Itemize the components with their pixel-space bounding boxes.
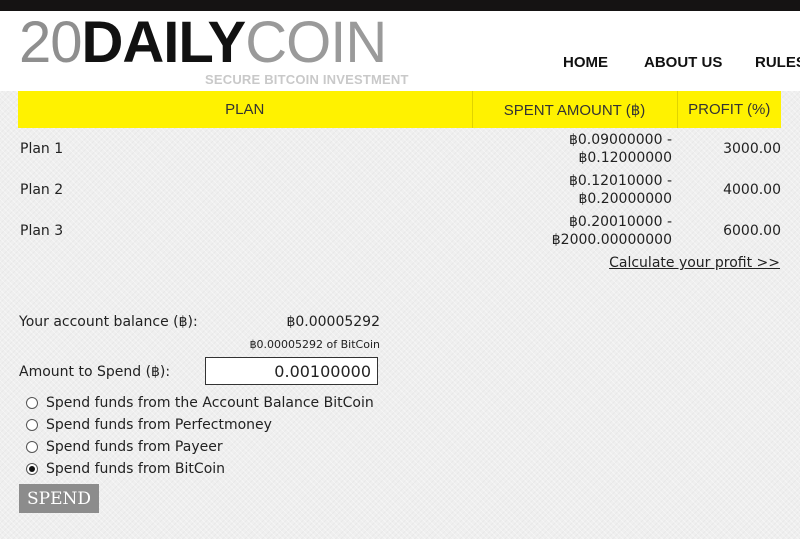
plan-profit: 3000.00: [723, 140, 781, 157]
spend-button[interactable]: SPEND: [19, 484, 99, 513]
amount-to-spend-label: Amount to Spend (฿):: [19, 364, 171, 380]
radio-button[interactable]: [26, 397, 38, 409]
site-header: 20DAILYCOIN SECURE BITCOIN INVESTMENT HO…: [0, 11, 800, 91]
radio-button-selected[interactable]: [26, 463, 38, 475]
account-balance-value: ฿0.00005292: [286, 314, 380, 330]
nav-home[interactable]: HOME: [563, 54, 608, 71]
plan-name: Plan 1: [20, 140, 64, 157]
payment-option-label: Spend funds from Perfectmoney: [46, 417, 272, 433]
nav-about-us[interactable]: ABOUT US: [644, 54, 722, 71]
payment-option-label: Spend funds from the Account Balance Bit…: [46, 395, 374, 411]
plan-amount-range: ฿0.12010000 - ฿0.20000000: [472, 169, 677, 210]
site-logo[interactable]: 20DAILYCOIN: [19, 10, 387, 75]
plan-amount-min: ฿0.20010000 -: [568, 213, 672, 230]
payment-option-perfectmoney[interactable]: Spend funds from Perfectmoney: [26, 416, 272, 434]
table-row: Plan 3 ฿0.20010000 - ฿2000.00000000 6000.…: [18, 210, 781, 251]
table-row: Plan 1 ฿0.09000000 - ฿0.12000000 3000.00: [18, 128, 781, 169]
payment-option-label: Spend funds from Payeer: [46, 439, 223, 455]
account-balance-sub: ฿0.00005292 of BitCoin: [249, 338, 380, 351]
plan-profit: 4000.00: [723, 181, 781, 198]
plan-amount-max: ฿0.20000000: [578, 190, 672, 207]
nav-rules[interactable]: RULES: [755, 54, 800, 71]
calculate-profit-link[interactable]: Calculate your profit >>: [609, 255, 780, 271]
payment-option-account-balance[interactable]: Spend funds from the Account Balance Bit…: [26, 394, 374, 412]
plans-table: PLAN SPENT AMOUNT (฿) PROFIT (%) Plan 1 …: [18, 91, 781, 251]
column-header-plan: PLAN: [18, 91, 472, 128]
plan-amount-min: ฿0.12010000 -: [568, 172, 672, 189]
payment-option-label: Spend funds from BitCoin: [46, 461, 226, 477]
radio-button[interactable]: [26, 441, 38, 453]
table-row: Plan 2 ฿0.12010000 - ฿0.20000000 4000.00: [18, 169, 781, 210]
plan-amount-max: ฿2000.00000000: [551, 231, 672, 248]
plan-profit: 6000.00: [723, 222, 781, 239]
column-header-profit: PROFIT (%): [676, 91, 781, 128]
plan-amount-min: ฿0.09000000 -: [568, 131, 672, 148]
logo-daily: DAILY: [81, 10, 247, 75]
site-tagline: SECURE BITCOIN INVESTMENT: [205, 72, 409, 87]
plan-name: Plan 2: [20, 181, 64, 198]
logo-number: 20: [19, 10, 83, 75]
radio-button[interactable]: [26, 419, 38, 431]
amount-to-spend-input[interactable]: [205, 357, 378, 385]
plan-amount-range: ฿0.09000000 - ฿0.12000000: [472, 128, 677, 169]
plan-amount-max: ฿0.12000000: [578, 149, 672, 166]
plan-amount-range: ฿0.20010000 - ฿2000.00000000: [472, 210, 677, 251]
column-header-spent-amount: SPENT AMOUNT (฿): [471, 91, 677, 128]
payment-option-payeer[interactable]: Spend funds from Payeer: [26, 438, 223, 456]
payment-option-bitcoin[interactable]: Spend funds from BitCoin: [26, 460, 225, 478]
account-balance-label: Your account balance (฿):: [19, 314, 198, 330]
table-header-row: PLAN SPENT AMOUNT (฿) PROFIT (%): [18, 91, 781, 128]
plan-name: Plan 3: [20, 222, 64, 239]
logo-coin: COIN: [245, 10, 387, 75]
